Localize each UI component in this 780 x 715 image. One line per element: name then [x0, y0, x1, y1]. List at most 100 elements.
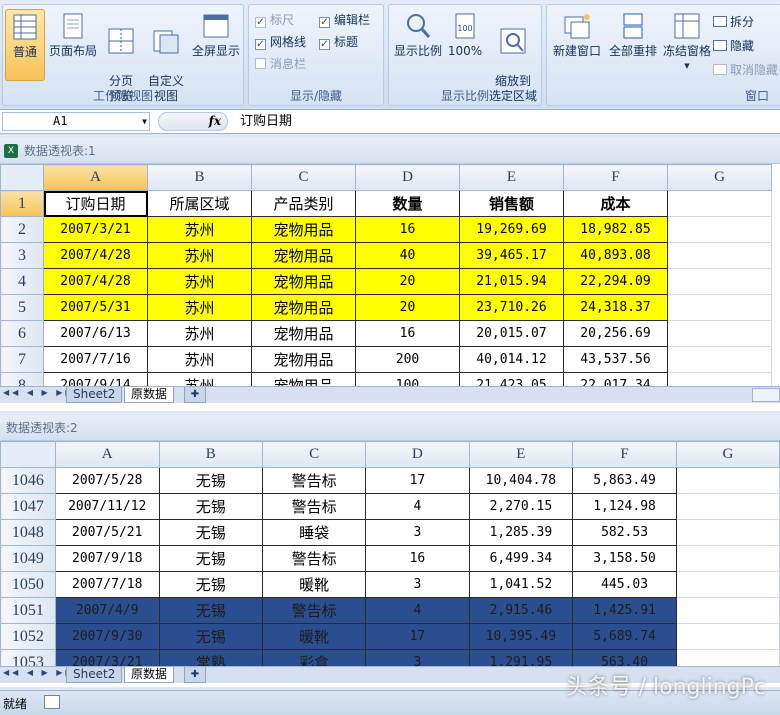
cell[interactable]: 苏州 [147, 242, 252, 269]
cell[interactable]: 2007/4/9 [54, 597, 160, 624]
cell[interactable]: 3 [365, 519, 470, 546]
row-header[interactable]: 1048 [0, 519, 56, 546]
cell[interactable]: 警告标 [261, 493, 367, 520]
row-header[interactable]: 1047 [0, 493, 56, 520]
formula-bar-checkbox[interactable]: ✓ 编辑栏 [319, 11, 370, 29]
cell[interactable]: 20 [355, 268, 460, 295]
cell[interactable]: 苏州 [147, 346, 252, 373]
cell[interactable]: 24,318.37 [563, 294, 668, 321]
cell[interactable]: 2007/5/21 [54, 519, 160, 546]
cell[interactable]: 无锡 [158, 545, 263, 572]
cell[interactable]: 无锡 [158, 467, 263, 494]
page-break-preview-button[interactable]: 分页 预览 [101, 9, 141, 103]
row-header[interactable]: 1 [0, 190, 44, 217]
cell[interactable]: 宠物用品 [251, 242, 356, 269]
column-header-e[interactable]: E [468, 441, 574, 468]
cell[interactable]: 苏州 [147, 268, 252, 295]
column-header-c[interactable]: C [251, 164, 356, 191]
spreadsheet-grid-2[interactable]: A B C D E F G 1046 2007/5/28 无锡 警告标 17 10,404.78 5,86… [0, 441, 780, 666]
cell[interactable]: 警告标 [261, 545, 367, 572]
row-header[interactable]: 1052 [0, 623, 56, 650]
custom-views-button[interactable]: 自定义 视图 [145, 9, 187, 103]
cell[interactable]: 23,710.26 [459, 294, 564, 321]
cell[interactable]: 40,893.08 [563, 242, 668, 269]
column-header-a[interactable]: A [54, 441, 160, 468]
cell[interactable] [667, 346, 772, 373]
cell[interactable]: 6,499.34 [468, 545, 574, 572]
cell[interactable]: 582.53 [572, 519, 677, 546]
cell[interactable]: 100 [355, 372, 460, 386]
arrange-all-button[interactable]: 全部重排 [605, 9, 661, 81]
cell[interactable] [667, 320, 772, 347]
cell[interactable]: 2007/3/21 [54, 649, 160, 666]
cell[interactable]: 警告标 [261, 467, 367, 494]
cell[interactable]: 2007/9/30 [54, 623, 160, 650]
cell[interactable]: 2007/11/12 [54, 493, 160, 520]
cell[interactable]: 宠物用品 [251, 320, 356, 347]
cell[interactable]: 宠物用品 [251, 268, 356, 295]
cell[interactable]: 数量 [355, 190, 460, 217]
column-header-f[interactable]: F [572, 441, 677, 468]
cell[interactable]: 18,982.85 [563, 216, 668, 243]
cell[interactable]: 2007/3/21 [43, 216, 148, 243]
cell[interactable]: 产品类别 [251, 190, 356, 217]
cell[interactable]: 16 [365, 545, 470, 572]
cell[interactable]: 445.03 [572, 571, 677, 598]
column-header-a[interactable]: A [43, 164, 148, 191]
zoom-button[interactable]: 显示比例 [391, 9, 445, 81]
column-header-e[interactable]: E [459, 164, 564, 191]
cell[interactable]: 无锡 [158, 519, 263, 546]
freeze-panes-button[interactable]: 冻结窗格 ▼ [659, 9, 715, 81]
zoom-100-button[interactable]: 100 100% [445, 9, 485, 81]
cell[interactable]: 5,863.49 [572, 467, 677, 494]
cell[interactable]: 宠物用品 [251, 346, 356, 373]
sheet-nav-arrows-icon[interactable]: ◀◀ ◀ ▶ ▶▶ [3, 388, 75, 397]
new-window-button[interactable]: 新建窗口 [549, 9, 605, 81]
row-header[interactable]: 8 [0, 372, 44, 386]
select-all-corner[interactable] [0, 164, 44, 191]
cell[interactable]: 2007/6/13 [43, 320, 148, 347]
column-header-b[interactable]: B [147, 164, 252, 191]
cell[interactable]: 常熟 [158, 649, 263, 666]
cell[interactable]: 2,915.46 [468, 597, 574, 624]
message-bar-checkbox[interactable]: 消息栏 [255, 55, 306, 73]
row-header[interactable]: 1053 [0, 649, 56, 666]
cell[interactable]: 40 [355, 242, 460, 269]
column-header-g[interactable]: G [667, 164, 772, 191]
cell[interactable]: 1,291.95 [468, 649, 574, 666]
cell[interactable]: 无锡 [158, 623, 263, 650]
horizontal-scrollbar[interactable] [752, 388, 780, 402]
cell[interactable]: 2007/7/18 [54, 571, 160, 598]
ruler-checkbox[interactable]: ✓ 标尺 [255, 11, 294, 29]
row-header[interactable]: 1046 [0, 467, 56, 494]
cell[interactable] [667, 372, 772, 386]
cell[interactable]: 无锡 [158, 597, 263, 624]
row-header[interactable]: 3 [0, 242, 44, 269]
cell[interactable]: 3 [365, 571, 470, 598]
cell[interactable]: 警告标 [261, 597, 367, 624]
macro-record-icon[interactable] [44, 695, 60, 709]
row-header[interactable]: 5 [0, 294, 44, 321]
cell[interactable]: 10,404.78 [468, 467, 574, 494]
column-header-f[interactable]: F [563, 164, 668, 191]
cell[interactable]: 彩盒 [261, 649, 367, 666]
cell[interactable]: 2007/4/28 [43, 242, 148, 269]
cell[interactable]: 宠物用品 [251, 294, 356, 321]
cell[interactable]: 10,395.49 [468, 623, 574, 650]
cell[interactable]: 22,294.09 [563, 268, 668, 295]
cell[interactable] [667, 190, 772, 217]
split-button[interactable]: 拆分 [713, 13, 754, 31]
column-header-g[interactable]: G [675, 441, 780, 468]
cell[interactable] [667, 268, 772, 295]
cell[interactable]: 5,689.74 [572, 623, 677, 650]
full-screen-button[interactable]: 全屏显示 [189, 9, 243, 81]
cell[interactable] [675, 623, 780, 650]
cell[interactable] [675, 493, 780, 520]
sheet-tab-raw-data[interactable]: 原数据 [124, 387, 175, 403]
cell[interactable]: 4 [365, 597, 470, 624]
cell[interactable]: 200 [355, 346, 460, 373]
cell[interactable]: 苏州 [147, 320, 252, 347]
cell[interactable]: 16 [355, 216, 460, 243]
row-header[interactable]: 1051 [0, 597, 56, 624]
cell[interactable]: 3,158.50 [572, 545, 677, 572]
